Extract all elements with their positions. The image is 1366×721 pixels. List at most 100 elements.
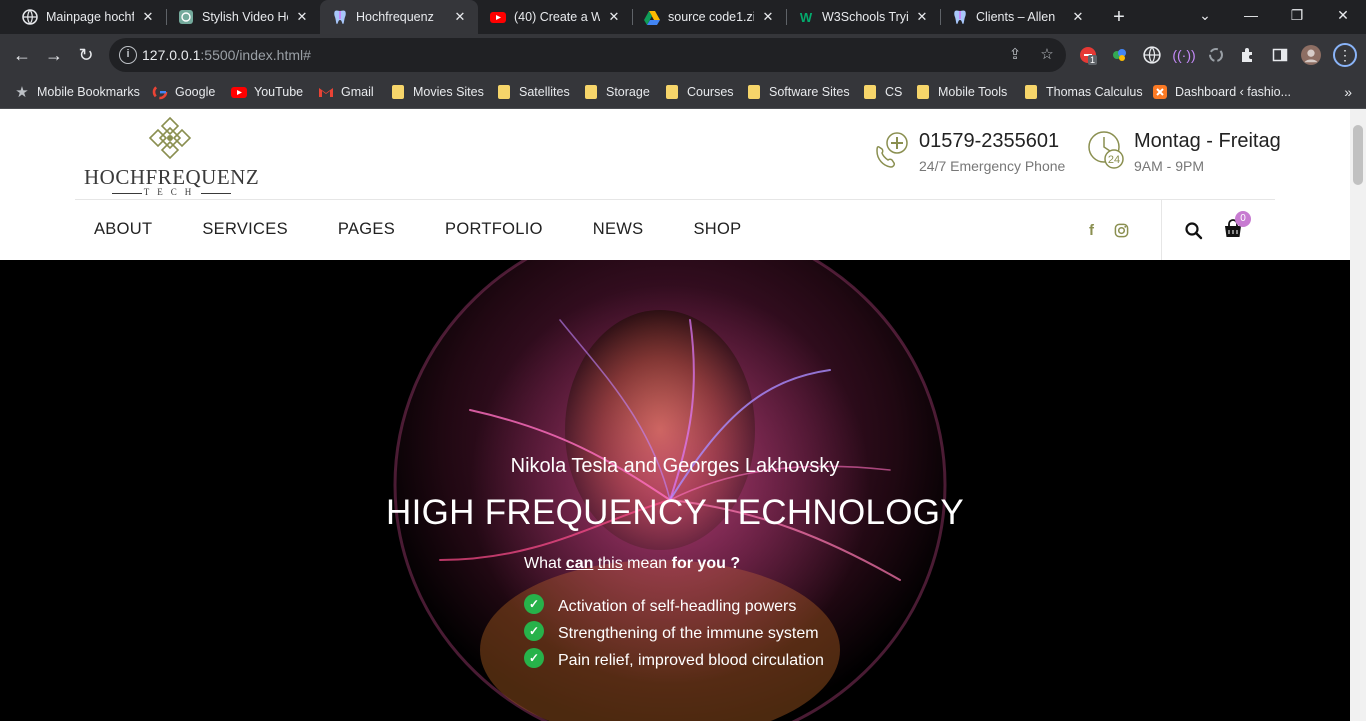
extension-sync-icon[interactable] (1206, 45, 1226, 65)
close-icon[interactable]: ✕ (606, 9, 622, 25)
bookmark-google[interactable]: Google (152, 83, 215, 101)
url-text[interactable]: 127.0.0.1:5500/index.html# (142, 47, 311, 63)
bookmarks-overflow-icon[interactable]: » (1344, 84, 1352, 100)
web-page: HOCHFREQUENZ TECH 01579-2355601 24/7 Eme… (0, 109, 1350, 721)
extension-colorpicker-icon[interactable] (1110, 45, 1130, 65)
extensions-puzzle-icon[interactable] (1238, 45, 1258, 65)
folder-icon (1023, 84, 1039, 100)
xampp-icon (1152, 84, 1168, 100)
minimize-button[interactable]: — (1228, 0, 1274, 30)
list-item: ✓ Pain relief, improved blood circulatio… (524, 647, 824, 674)
bookmark-mobile-bookmarks[interactable]: ★ Mobile Bookmarks (14, 83, 140, 101)
close-window-button[interactable]: ✕ (1320, 0, 1366, 30)
cart-count-badge: 0 (1235, 211, 1251, 227)
bookmarks-bar: ★ Mobile Bookmarks Google YouTube Gmail … (0, 76, 1366, 109)
bookmark-folder[interactable]: Storage (583, 83, 650, 101)
folder-icon (664, 84, 680, 100)
hero-question: What can this mean for you ? (524, 555, 741, 572)
tooth-icon (952, 9, 968, 25)
bookmark-youtube[interactable]: YouTube (231, 83, 303, 101)
folder-icon (390, 84, 406, 100)
close-icon[interactable]: ✕ (1070, 9, 1086, 25)
share-icon[interactable]: ⇪ (1006, 46, 1024, 64)
bookmark-folder[interactable]: Software Sites (746, 83, 850, 101)
address-bar[interactable]: i 127.0.0.1:5500/index.html# ⇪ ☆ (109, 38, 1066, 72)
check-circle-icon: ✓ (524, 593, 544, 614)
folder-icon (862, 84, 878, 100)
restore-button[interactable]: ❐ (1274, 0, 1320, 30)
bookmark-star-icon[interactable]: ☆ (1038, 46, 1056, 64)
nav-pages[interactable]: PAGES (338, 220, 395, 239)
tab-title: Mainpage hochfr (46, 10, 134, 24)
side-panel-icon[interactable] (1270, 45, 1290, 65)
close-icon[interactable]: ✕ (294, 9, 310, 25)
tab-search-chevron-icon[interactable]: ⌄ (1182, 0, 1228, 30)
close-icon[interactable]: ✕ (140, 9, 156, 25)
globe-icon (22, 9, 38, 25)
contact-hours: 24 Montag - Freitag 9AM - 9PM (1086, 129, 1281, 174)
scrollbar-thumb[interactable] (1353, 125, 1363, 185)
hours-days: Montag - Freitag (1134, 130, 1281, 152)
browser-tab-active[interactable]: Hochfrequenz ✕ (320, 0, 478, 34)
phone-number[interactable]: 01579-2355601 (919, 129, 1065, 153)
nav-portfolio[interactable]: PORTFOLIO (445, 220, 543, 239)
nav-about[interactable]: ABOUT (94, 220, 152, 239)
bookmark-folder[interactable]: CS (862, 83, 902, 101)
browser-tab[interactable]: (40) Create a Wel ✕ (478, 0, 632, 34)
star-icon: ★ (15, 84, 29, 101)
instagram-icon[interactable] (1114, 223, 1129, 238)
page-scrollbar[interactable] (1350, 109, 1366, 721)
tab-title: (40) Create a Wel (514, 10, 600, 24)
folder-icon (496, 84, 512, 100)
extension-globe-icon[interactable] (1142, 45, 1162, 65)
bookmark-folder[interactable]: Movies Sites (390, 83, 484, 101)
bookmark-folder[interactable]: Mobile Tools (915, 83, 1007, 101)
close-icon[interactable]: ✕ (452, 9, 468, 25)
close-icon[interactable]: ✕ (760, 9, 776, 25)
hero-section: Nikola Tesla and Georges Lakhovsky HIGH … (0, 260, 1350, 721)
browser-tab[interactable]: Mainpage hochfr ✕ (10, 0, 166, 34)
browser-tab[interactable]: W W3Schools Tryit E ✕ (786, 0, 940, 34)
hero-subtitle: Nikola Tesla and Georges Lakhovsky (510, 455, 840, 477)
bookmark-folder[interactable]: Courses (664, 83, 734, 101)
profile-avatar[interactable] (1301, 45, 1321, 65)
nav-services[interactable]: SERVICES (202, 220, 288, 239)
benefits-list: ✓ Activation of self-headling powers ✓ S… (524, 593, 824, 674)
menu-kebab-icon[interactable]: ⋮ (1333, 43, 1357, 67)
forward-button[interactable]: → (41, 42, 67, 68)
browser-tab[interactable]: source code1.zip ✕ (632, 0, 786, 34)
close-icon[interactable]: ✕ (914, 9, 930, 25)
tooth-icon (332, 9, 348, 25)
nav-shop[interactable]: SHOP (693, 220, 741, 239)
browser-tab[interactable]: Clients – Allen ✕ (940, 0, 1096, 34)
folder-icon (583, 84, 599, 100)
site-logo[interactable]: HOCHFREQUENZ TECH (84, 113, 259, 197)
bookmark-dashboard[interactable]: Dashboard ‹ fashio... (1152, 83, 1291, 101)
extension-adblock-icon[interactable]: 1 (1078, 45, 1098, 65)
site-info-icon[interactable]: i (119, 46, 137, 64)
bookmark-folder[interactable]: Thomas Calculus (1023, 83, 1143, 101)
tab-title: W3Schools Tryit E (822, 10, 908, 24)
browser-tab[interactable]: Stylish Video Hor ✕ (166, 0, 320, 34)
search-icon[interactable] (1184, 221, 1204, 241)
medical-phone-icon (876, 132, 908, 168)
youtube-icon (231, 84, 247, 100)
w3schools-icon: W (799, 9, 813, 25)
google-icon (152, 84, 168, 100)
main-nav: ABOUT SERVICES PAGES PORTFOLIO NEWS SHOP (94, 220, 791, 239)
new-tab-button[interactable]: + (1108, 3, 1130, 31)
extension-broadcast-icon[interactable]: ((·)) (1172, 45, 1195, 65)
back-button[interactable]: ← (9, 42, 35, 68)
bookmark-gmail[interactable]: Gmail (318, 83, 374, 101)
folder-icon (746, 84, 762, 100)
tab-title: Hochfrequenz (356, 10, 434, 24)
clock-24-icon: 24 (1088, 131, 1124, 169)
reload-button[interactable]: ↻ (73, 42, 99, 68)
nav-news[interactable]: NEWS (593, 220, 644, 239)
openai-icon (178, 9, 194, 25)
phone-caption: 24/7 Emergency Phone (919, 158, 1066, 174)
facebook-icon[interactable]: f (1089, 222, 1094, 239)
youtube-icon (490, 9, 506, 25)
logo-subtitle: TECH (143, 187, 200, 197)
bookmark-folder[interactable]: Satellites (496, 83, 570, 101)
